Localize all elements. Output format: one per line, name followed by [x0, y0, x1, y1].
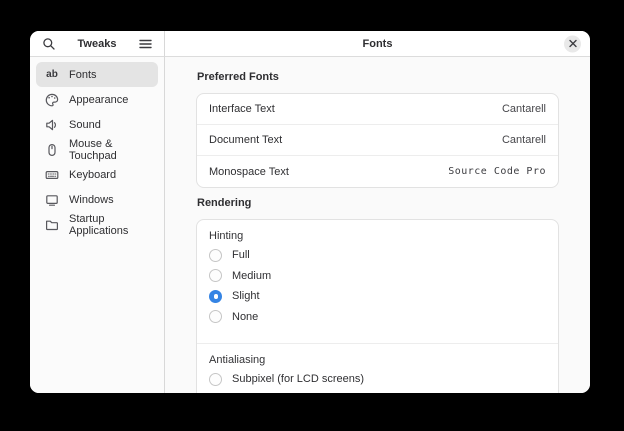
antialiasing-option-subpixel[interactable]: Subpixel (for LCD screens)	[197, 369, 558, 390]
mouse-icon	[45, 143, 59, 157]
page-title: Fonts	[362, 37, 393, 50]
radio-option-label: None	[232, 310, 259, 323]
preferred-fonts-card: Interface Text Cantarell Document Text C…	[196, 93, 559, 188]
sidebar-item-label: Startup Applications	[69, 212, 129, 237]
sidebar-item-fonts[interactable]: ab Fonts	[36, 62, 158, 87]
menu-button[interactable]	[136, 35, 154, 53]
monospace-text-row[interactable]: Monospace Text Source Code Pro	[197, 156, 558, 187]
palette-icon	[45, 93, 59, 107]
group-label: Antialiasing	[209, 354, 266, 366]
row-value: Source Code Pro	[448, 166, 546, 177]
radio-option-label: Slight	[232, 290, 260, 303]
hinting-option-full[interactable]: Full	[197, 245, 558, 266]
close-icon	[568, 39, 577, 48]
sidebar-item-keyboard[interactable]: Keyboard	[36, 162, 158, 187]
folder-icon	[45, 218, 59, 232]
hinting-option-none[interactable]: None	[197, 307, 558, 328]
hinting-group: Hinting Full Medium Slight None	[197, 220, 558, 334]
fonts-page: Preferred Fonts Interface Text Cantarell…	[165, 57, 590, 393]
radio-option-label: Full	[232, 249, 250, 262]
rendering-card: Hinting Full Medium Slight None Antialia…	[196, 219, 559, 393]
search-button[interactable]	[40, 35, 58, 53]
ab-fonts-icon: ab	[46, 68, 58, 80]
document-text-row[interactable]: Document Text Cantarell	[197, 125, 558, 156]
close-button[interactable]	[564, 35, 581, 52]
section-title: Rendering	[197, 197, 252, 209]
hinting-option-medium[interactable]: Medium	[197, 266, 558, 287]
sidebar-item-label: Appearance	[69, 93, 129, 106]
main-headerbar: Fonts	[165, 31, 590, 57]
antialiasing-group: Antialiasing Subpixel (for LCD screens) …	[197, 344, 558, 393]
radio-option-label: Medium	[232, 269, 272, 282]
radio-icon[interactable]	[209, 310, 222, 324]
radio-icon[interactable]	[209, 289, 222, 303]
row-value: Cantarell	[501, 103, 546, 115]
sidebar: ab Fonts Appearance Sound Mouse & Touchp…	[30, 57, 165, 393]
row-value: Cantarell	[501, 134, 546, 146]
window-icon	[45, 193, 59, 207]
search-icon	[43, 37, 55, 50]
sidebar-item-label: Mouse & Touchpad	[69, 137, 117, 162]
tweaks-window: Tweaks Fonts ab Fonts Appearance Sound M…	[30, 31, 590, 393]
section-title: Preferred Fonts	[197, 71, 279, 83]
sidebar-item-label: Keyboard	[69, 168, 117, 181]
sidebar-item-mouse-touchpad[interactable]: Mouse & Touchpad	[36, 137, 158, 162]
row-label: Interface Text	[209, 103, 275, 115]
radio-icon[interactable]	[209, 372, 222, 386]
sidebar-item-label: Fonts	[69, 68, 97, 81]
radio-option-label: Subpixel (for LCD screens)	[232, 373, 365, 386]
sidebar-title: Tweaks	[77, 37, 117, 50]
desktop-background: Tweaks Fonts ab Fonts Appearance Sound M…	[0, 0, 624, 431]
radio-icon[interactable]	[209, 248, 222, 262]
sidebar-item-label: Sound	[69, 118, 101, 131]
sidebar-item-windows[interactable]: Windows	[36, 187, 158, 212]
hinting-option-slight[interactable]: Slight	[197, 286, 558, 307]
keyboard-icon	[45, 168, 59, 182]
group-label: Hinting	[209, 230, 244, 242]
row-label: Monospace Text	[209, 165, 289, 178]
hamburger-menu-icon	[138, 39, 152, 48]
sidebar-headerbar: Tweaks	[30, 31, 165, 57]
sidebar-item-label: Windows	[69, 193, 114, 206]
sidebar-item-startup-applications[interactable]: Startup Applications	[36, 212, 158, 237]
radio-icon[interactable]	[209, 269, 222, 283]
speaker-icon	[45, 118, 59, 132]
sidebar-item-sound[interactable]: Sound	[36, 112, 158, 137]
antialiasing-option-standard[interactable]: Standard (greyscale)	[197, 390, 558, 394]
preferred-fonts-section: Preferred Fonts Interface Text Cantarell…	[196, 71, 559, 188]
rendering-section: Rendering Hinting Full Medium Slight Non…	[196, 197, 559, 393]
row-label: Document Text	[209, 134, 283, 146]
sidebar-item-appearance[interactable]: Appearance	[36, 87, 158, 112]
interface-text-row[interactable]: Interface Text Cantarell	[197, 94, 558, 125]
